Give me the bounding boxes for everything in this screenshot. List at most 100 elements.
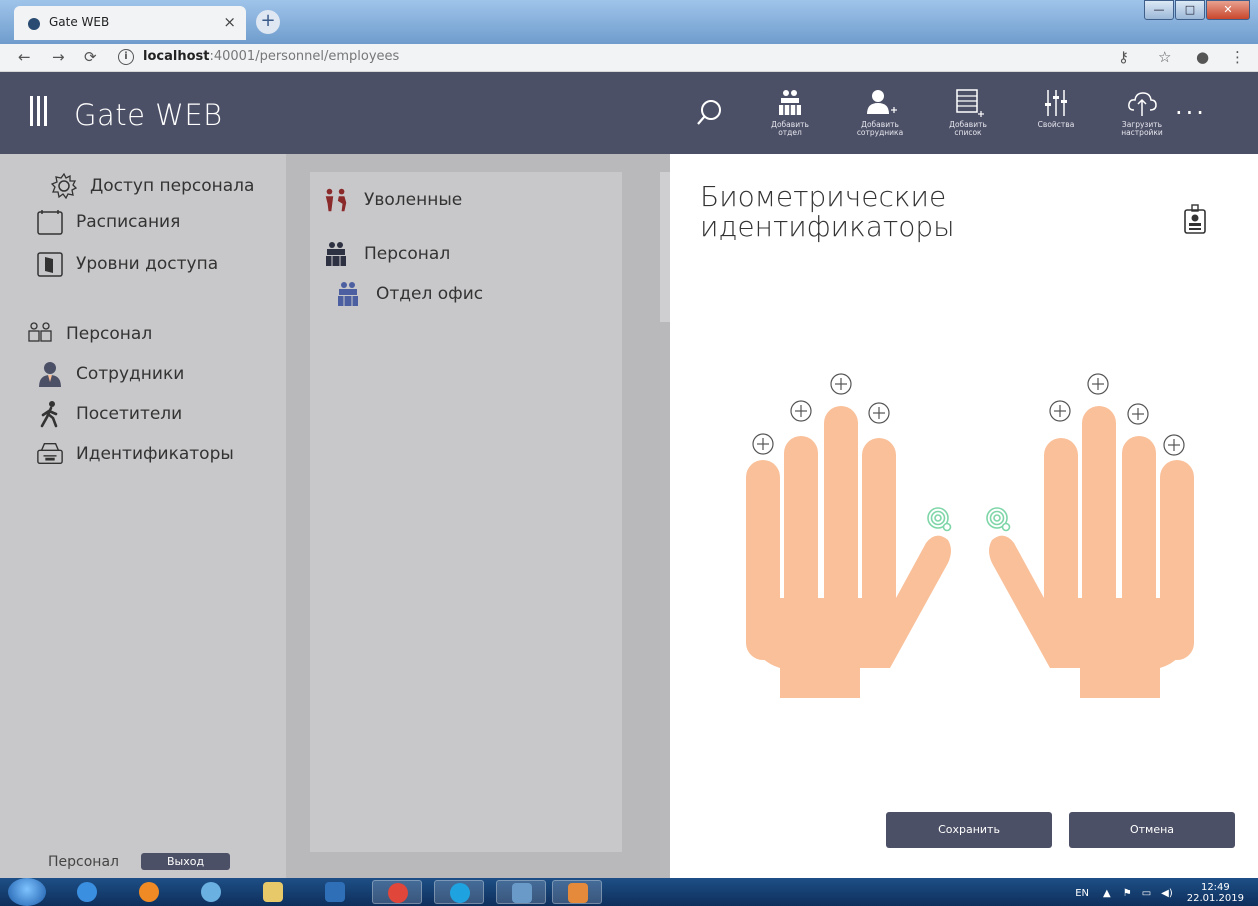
taskbar-skype-icon[interactable] (434, 880, 484, 904)
taskbar-messenger-icon[interactable] (186, 880, 236, 904)
sidebar-item-access-levels[interactable]: Уровни доступа (36, 250, 218, 278)
department-icon (322, 240, 350, 268)
add-list-button[interactable]: Добавить список (930, 84, 1006, 137)
toolbar-label: отдел (778, 128, 802, 137)
fired-people-icon (322, 186, 350, 214)
door-icon (36, 250, 64, 278)
current-section-label: Персонал (48, 853, 119, 870)
browser-tab[interactable]: Gate WEB × (14, 6, 246, 40)
forward-icon[interactable]: → (52, 48, 65, 66)
fingerprint-icon[interactable] (986, 507, 1011, 532)
add-fingerprint-button[interactable] (1163, 434, 1185, 456)
tab-title: Gate WEB (49, 15, 110, 29)
clock-time: 12:49 (1200, 882, 1230, 893)
hamburger-menu-icon[interactable] (30, 96, 50, 130)
properties-button[interactable]: Свойства (1018, 84, 1094, 129)
add-fingerprint-button[interactable] (1127, 403, 1149, 425)
taskbar-app-icon[interactable] (496, 880, 546, 904)
account-icon[interactable]: ● (1196, 48, 1209, 66)
site-info-icon[interactable]: i (118, 49, 134, 65)
department-icon (334, 280, 362, 308)
tray-arrow-icon[interactable]: ▲ (1103, 888, 1111, 899)
taskbar-chrome-icon[interactable] (372, 880, 422, 904)
sidebar-item-employees[interactable]: Сотрудники (36, 360, 184, 388)
address-bar[interactable]: localhost:40001/personnel/employees (143, 49, 399, 64)
menu-icon[interactable]: ⋮ (1230, 48, 1245, 66)
sidebar-item-personnel[interactable]: Персонал (26, 320, 152, 348)
sidebar-label: Идентификаторы (76, 444, 234, 464)
add-fingerprint-button[interactable] (752, 433, 774, 455)
add-fingerprint-button[interactable] (868, 402, 890, 424)
add-fingerprint-button[interactable] (830, 373, 852, 395)
save-button[interactable]: Сохранить (886, 812, 1052, 848)
more-options-button[interactable]: ... (1175, 92, 1207, 120)
taskbar: EN ▲ ⚑ ▭ ◀) 12:49 22.01.2019 (0, 878, 1258, 906)
search-icon[interactable] (696, 98, 722, 128)
maximize-button[interactable]: □ (1175, 0, 1205, 20)
add-department-button[interactable]: Добавить отдел (752, 84, 828, 137)
employee-icon (36, 360, 64, 388)
window-controls: — □ ✕ (1143, 0, 1250, 22)
visitor-icon (36, 400, 64, 428)
fingerprint-icon[interactable] (927, 507, 952, 532)
list-scrollbar[interactable] (660, 172, 670, 322)
taskbar-media-icon[interactable] (310, 880, 360, 904)
back-icon[interactable]: ← (18, 48, 31, 66)
panel-title-line: идентификаторы (700, 210, 955, 243)
start-button[interactable] (8, 878, 46, 906)
right-hand (989, 406, 1194, 698)
taskbar-presentation-icon[interactable] (552, 880, 602, 904)
language-indicator[interactable]: EN (1075, 888, 1089, 899)
add-fingerprint-button[interactable] (1049, 400, 1071, 422)
add-fingerprint-button[interactable] (790, 400, 812, 422)
add-employee-button[interactable]: Добавить сотрудника (842, 84, 918, 137)
tree-label: Персонал (364, 244, 451, 264)
tree-item-fired[interactable]: Уволенные (322, 186, 462, 214)
reload-icon[interactable]: ⟳ (84, 48, 97, 66)
tab-close-button[interactable]: × (223, 13, 236, 31)
volume-icon[interactable]: ◀) (1161, 888, 1173, 899)
sidebar-item-visitors[interactable]: Посетители (36, 400, 182, 428)
panel-title-line: Биометрические (700, 180, 947, 213)
tree-label: Отдел офис (376, 284, 484, 304)
url-host: localhost (143, 49, 210, 64)
app-title: Gate WEB (74, 98, 223, 132)
star-icon[interactable]: ☆ (1158, 48, 1171, 66)
tab-favicon-icon (28, 18, 40, 30)
taskbar-explorer-icon[interactable] (248, 880, 298, 904)
sidebar-item-schedules[interactable]: Расписания (36, 208, 180, 236)
url-path: :40001/personnel/employees (209, 49, 400, 64)
tree-item-personnel[interactable]: Персонал (322, 240, 450, 268)
close-window-button[interactable]: ✕ (1206, 0, 1250, 20)
panel-title: Биометрические идентификаторы (700, 182, 1120, 242)
cancel-button[interactable]: Отмена (1069, 812, 1235, 848)
browser-titlebar: Gate WEB × + — □ ✕ (0, 0, 1258, 44)
sidebar-label: Уровни доступа (76, 254, 219, 274)
sidebar-item-access[interactable]: Доступ персонала (50, 172, 254, 200)
gear-icon (50, 172, 78, 200)
add-list-icon (956, 89, 984, 117)
id-badge-icon[interactable] (1184, 204, 1206, 234)
add-fingerprint-button[interactable] (1087, 373, 1109, 395)
personnel-icon (26, 320, 54, 348)
sidebar-label: Сотрудники (76, 364, 185, 384)
network-icon[interactable]: ▭ (1142, 888, 1151, 899)
app-header: Gate WEB Добавить отдел Добавить сотрудник… (0, 72, 1258, 154)
logout-button[interactable]: Выход (140, 853, 231, 870)
left-hand (746, 406, 951, 698)
sidebar-label: Расписания (76, 212, 181, 232)
hands-diagram (746, 373, 1194, 698)
toolbar-label: настройки (1121, 128, 1163, 137)
tree-item-office[interactable]: Отдел офис (334, 280, 483, 308)
clock[interactable]: 12:49 22.01.2019 (1187, 882, 1244, 904)
card-reader-icon (36, 440, 64, 468)
flag-icon[interactable]: ⚑ (1123, 888, 1132, 899)
key-icon[interactable]: ⚷ (1118, 48, 1129, 66)
sidebar-item-identifiers[interactable]: Идентификаторы (36, 440, 234, 468)
taskbar-firefox-icon[interactable] (124, 880, 174, 904)
minimize-button[interactable]: — (1144, 0, 1174, 20)
new-tab-button[interactable]: + (256, 10, 280, 34)
upload-settings-button[interactable]: Загрузить настройки (1104, 84, 1180, 137)
system-tray: EN ▲ ⚑ ▭ ◀) 12:49 22.01.2019 (1075, 882, 1244, 904)
taskbar-ie-icon[interactable] (62, 880, 112, 904)
